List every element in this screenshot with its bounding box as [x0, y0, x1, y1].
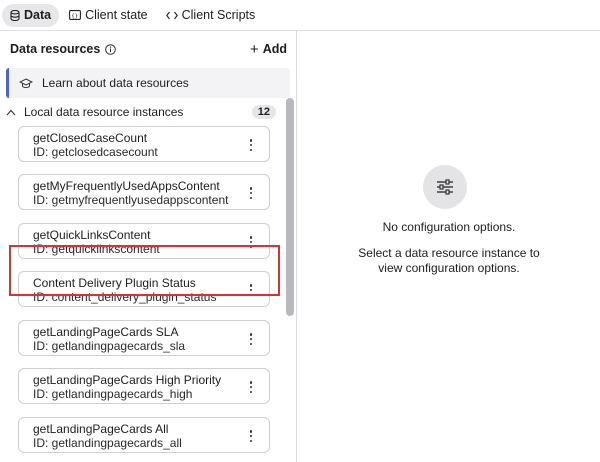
item-id: ID: getclosedcasecount [33, 145, 158, 159]
item-id: ID: getlandingpagecards_high [33, 387, 193, 401]
more-options-icon[interactable] [249, 430, 253, 442]
svg-text:{}: {} [71, 13, 78, 19]
sliders-icon [423, 165, 467, 209]
list-item[interactable]: getLandingPageCards High Priority ID: ge… [18, 368, 270, 404]
list-item[interactable]: getLandingPageCards All ID: getlandingpa… [18, 417, 270, 453]
graduation-cap-icon [19, 77, 33, 89]
item-name: getLandingPageCards High Priority [33, 373, 222, 387]
plus-icon: + [249, 40, 259, 58]
list-item[interactable]: getLandingPageCards SLA ID: getlandingpa… [18, 320, 270, 356]
add-button-label: Add [262, 42, 287, 56]
learn-about-data-resources-link[interactable]: Learn about data resources [6, 68, 290, 98]
select-instance-message: Select a data resource instance to view … [358, 246, 540, 275]
item-id: ID: getmyfrequentlyusedappscontent [33, 193, 229, 207]
selection-highlight [9, 245, 280, 296]
tab-client-scripts[interactable]: Client Scripts [158, 4, 264, 27]
local-instances-section-header: Local data resource instances 12 [6, 103, 276, 121]
data-resources-title-text: Data resources [10, 42, 101, 56]
add-button[interactable]: + Add [250, 41, 287, 58]
tab-bar: Data {} Client state Client Scripts [0, 0, 600, 31]
tab-data-label: Data [24, 8, 52, 22]
database-icon [10, 9, 20, 21]
item-name: getQuickLinksContent [33, 228, 151, 242]
section-label: Local data resource instances [24, 105, 184, 119]
more-options-icon[interactable] [249, 381, 253, 393]
tab-client-state[interactable]: {} Client state [61, 4, 156, 27]
info-icon[interactable] [105, 43, 117, 55]
client-state-icon: {} [69, 10, 82, 20]
item-name: getClosedCaseCount [33, 131, 148, 145]
item-name: getLandingPageCards SLA [33, 325, 179, 339]
no-config-message: No configuration options. [382, 220, 516, 234]
tab-client-scripts-label: Client Scripts [181, 8, 256, 22]
tab-data[interactable]: Data [2, 3, 60, 27]
configuration-panel: No configuration options. Select a data … [298, 31, 600, 462]
list-item[interactable]: getMyFrequentlyUsedAppsContent ID: getmy… [18, 174, 270, 210]
data-resources-title: Data resources [10, 42, 117, 56]
data-resources-panel: Data resources + Add Learn about data re… [0, 31, 297, 462]
code-icon [165, 11, 178, 20]
chevron-up-icon [6, 109, 16, 116]
more-options-icon[interactable] [249, 139, 253, 151]
item-name: getLandingPageCards All [33, 422, 169, 436]
scrollbar-thumb[interactable] [286, 98, 294, 316]
more-options-icon[interactable] [249, 187, 253, 199]
item-id: ID: getlandingpagecards_all [33, 436, 182, 450]
data-resources-header: Data resources + Add [10, 40, 287, 58]
count-badge: 12 [251, 105, 276, 119]
learn-label: Learn about data resources [42, 76, 189, 90]
item-id: ID: getlandingpagecards_sla [33, 339, 186, 353]
item-name: getMyFrequentlyUsedAppsContent [33, 179, 220, 193]
list-item[interactable]: getClosedCaseCount ID: getclosedcasecoun… [18, 126, 270, 162]
more-options-icon[interactable] [249, 333, 253, 345]
section-toggle[interactable]: Local data resource instances [6, 105, 183, 119]
tab-client-state-label: Client state [85, 8, 148, 22]
